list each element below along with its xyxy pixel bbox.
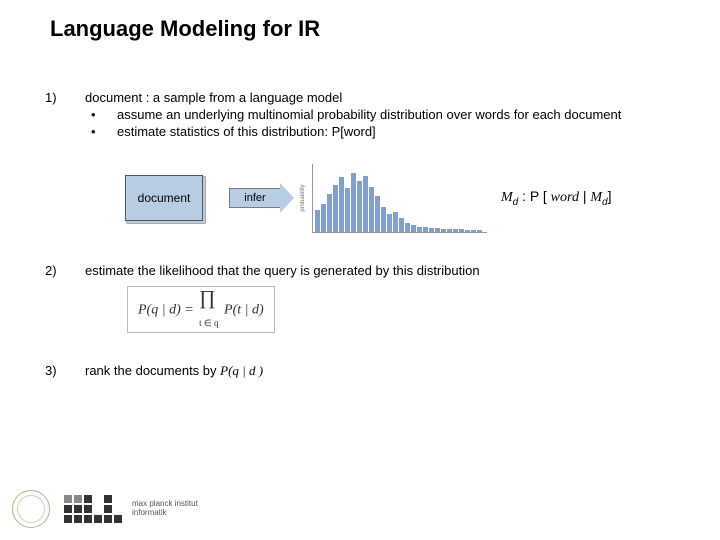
bullet-icon: • [85, 124, 117, 139]
mpi-logo-icon [64, 495, 122, 523]
item-number: 3) [45, 363, 85, 379]
document-icon: document [125, 175, 203, 221]
chart-bar [423, 227, 428, 231]
chart-bar [381, 207, 386, 232]
chart-bar [387, 214, 392, 231]
item-number: 1) [45, 90, 85, 241]
formula: P(q | d) = ∏t ∈ q P(t | d) [127, 286, 690, 333]
chart-bar [393, 212, 398, 232]
infer-arrow: infer [229, 183, 294, 213]
chart-bar [339, 177, 344, 232]
chart-bar [465, 230, 470, 232]
chart-bar [435, 228, 440, 231]
item-body: rank the documents by P(q | d ) [85, 363, 690, 379]
item-text-prefix: rank the documents by [85, 363, 220, 378]
chart-bar [459, 229, 464, 231]
list-item: 3) rank the documents by P(q | d ) [45, 363, 690, 379]
mpi-text: max planck institut informatik [132, 500, 198, 518]
model-notation: Md : P [ word | Md] [501, 188, 612, 208]
chart-bar [441, 229, 446, 232]
sub-item: • estimate statistics of this distributi… [85, 124, 690, 139]
mpi-logo-block: max planck institut informatik [64, 495, 198, 523]
item-text: estimate the likelihood that the query i… [85, 263, 690, 278]
item-body: estimate the likelihood that the query i… [85, 263, 690, 333]
list-item: 2) estimate the likelihood that the quer… [45, 263, 690, 333]
chart-bar [327, 194, 332, 231]
footer: max planck institut informatik [12, 490, 198, 528]
item-text: document : a sample from a language mode… [85, 90, 690, 105]
chart-bar [405, 223, 410, 232]
arrow-head-icon [280, 183, 294, 213]
seal-icon [12, 490, 50, 528]
slide: Language Modeling for IR 1) document : a… [0, 0, 720, 540]
chart-bar [369, 187, 374, 232]
chart-bar [453, 229, 458, 231]
sub-text: estimate statistics of this distribution… [117, 124, 376, 139]
chart-bar [471, 230, 476, 232]
item-number: 2) [45, 263, 85, 333]
chart-bar [357, 181, 362, 232]
chart-bar [315, 210, 320, 232]
chart-bar [375, 196, 380, 232]
bullet-icon: • [85, 107, 117, 122]
sub-item: • assume an underlying multinomial proba… [85, 107, 690, 122]
chart-bar [363, 176, 368, 232]
chart-bar [447, 229, 452, 231]
chart-bar [417, 227, 422, 232]
chart-bar [321, 204, 326, 232]
chart-bar [411, 225, 416, 231]
chart-bar [399, 218, 404, 232]
formula-box: P(q | d) = ∏t ∈ q P(t | d) [127, 286, 275, 333]
sub-text: assume an underlying multinomial probabi… [117, 107, 621, 122]
item-text-formula: P(q | d ) [220, 363, 263, 378]
content-area: 1) document : a sample from a language m… [45, 90, 690, 401]
chart-bar [477, 230, 482, 232]
list-item: 1) document : a sample from a language m… [45, 90, 690, 241]
distribution-chart [312, 164, 487, 233]
chart-bar [351, 173, 356, 232]
chart-bar [345, 188, 350, 231]
chart-bar [333, 185, 338, 232]
item-body: document : a sample from a language mode… [85, 90, 690, 241]
page-title: Language Modeling for IR [50, 16, 320, 42]
arrow-label: infer [229, 188, 280, 208]
diagram-row: document infer Md : P [ word | Md] [125, 163, 690, 233]
chart-bar [429, 228, 434, 232]
